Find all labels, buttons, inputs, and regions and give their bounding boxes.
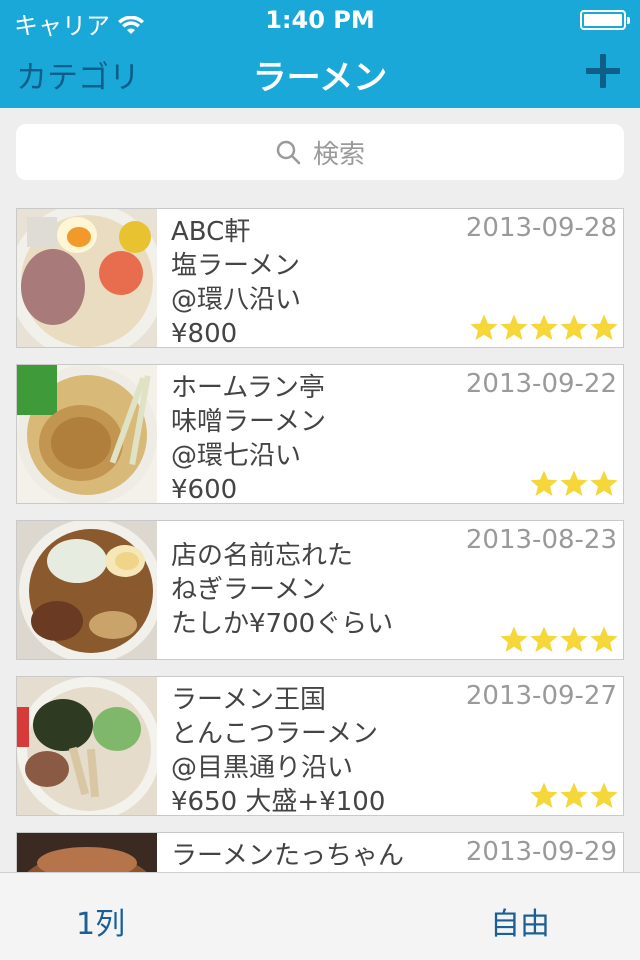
- battery-icon: [580, 10, 630, 30]
- item-date: 2013-08-23: [465, 525, 617, 555]
- single-column-button[interactable]: 1列: [76, 899, 125, 943]
- item-location: @目黒通り沿い: [171, 753, 354, 783]
- star-icon: [530, 314, 558, 340]
- rating-stars: [469, 313, 619, 343]
- search-icon: [276, 140, 301, 165]
- star-icon: [530, 782, 558, 808]
- item-text: ホームラン亭 味噌ラーメン @環七沿い ¥600: [171, 371, 326, 507]
- item-dish: 塩ラーメン: [171, 251, 300, 281]
- search-bar[interactable]: 検索: [16, 124, 624, 180]
- item-location: @環八沿い: [171, 285, 302, 315]
- star-icon: [590, 626, 618, 652]
- item-date: 2013-09-22: [465, 369, 617, 399]
- item-name: 店の名前忘れた: [171, 541, 354, 571]
- item-name: ラーメン王国: [171, 685, 326, 715]
- item-date: 2013-09-27: [465, 681, 617, 711]
- status-bar: キャリア 1:40 PM: [0, 0, 640, 40]
- item-location: たしか¥700ぐらい: [171, 609, 394, 639]
- item-name: ホームラン亭: [171, 373, 325, 403]
- item-text: 店の名前忘れた ねぎラーメン たしか¥700ぐらい: [171, 539, 393, 641]
- star-icon: [590, 314, 618, 340]
- item-price: ¥600: [171, 475, 238, 505]
- list-item[interactable]: 店の名前忘れた ねぎラーメン たしか¥700ぐらい 2013-08-23: [16, 520, 624, 660]
- plus-icon[interactable]: [586, 54, 620, 88]
- list-item[interactable]: ABC軒 塩ラーメン @環八沿い ¥800 2013-09-28: [16, 208, 624, 351]
- star-icon: [560, 314, 588, 340]
- item-dish: 味噌ラーメン: [171, 407, 326, 437]
- list-item[interactable]: ホームラン亭 味噌ラーメン @環七沿い ¥600 2013-09-22: [16, 364, 624, 507]
- item-dish: とんこつラーメン: [171, 719, 378, 749]
- item-text: ABC軒 塩ラーメン @環八沿い ¥800: [171, 215, 301, 351]
- star-icon: [590, 782, 618, 808]
- list-item[interactable]: ラーメン王国 とんこつラーメン @目黒通り沿い ¥650 大盛+¥100 201…: [16, 676, 624, 819]
- rating-stars: [529, 781, 619, 811]
- item-name: ABC軒: [171, 217, 251, 247]
- item-price: ¥800: [171, 319, 238, 349]
- ramen-photo: [17, 365, 157, 503]
- rating-stars: [529, 469, 619, 499]
- star-icon: [560, 626, 588, 652]
- star-icon: [560, 470, 588, 496]
- star-icon: [590, 470, 618, 496]
- ramen-photo: [17, 521, 157, 659]
- rating-stars: [499, 625, 619, 655]
- item-text: ラーメン王国 とんこつラーメン @目黒通り沿い ¥650 大盛+¥100: [171, 683, 385, 819]
- item-name: ラーメンたっちゃん: [171, 841, 404, 871]
- bottom-toolbar: 1列 自由: [0, 872, 640, 960]
- status-time: 1:40 PM: [265, 6, 375, 34]
- item-date: 2013-09-28: [465, 213, 617, 243]
- free-layout-button[interactable]: 自由: [490, 899, 550, 943]
- search-placeholder: 検索: [312, 139, 365, 170]
- ramen-photo: [17, 677, 157, 815]
- back-button[interactable]: カテゴリ: [16, 52, 140, 97]
- star-icon: [560, 782, 588, 808]
- star-icon: [500, 626, 528, 652]
- star-icon: [470, 314, 498, 340]
- ramen-photo: [17, 209, 157, 347]
- item-text: ラーメンたっちゃん: [171, 839, 404, 873]
- navigation-bar: カテゴリ ラーメン: [0, 40, 640, 108]
- star-icon: [530, 626, 558, 652]
- star-icon: [530, 470, 558, 496]
- item-dish: ねぎラーメン: [171, 575, 326, 605]
- item-location: @環七沿い: [171, 441, 302, 471]
- item-date: 2013-09-29: [465, 837, 617, 867]
- item-price: ¥650 大盛+¥100: [171, 787, 386, 817]
- star-icon: [500, 314, 528, 340]
